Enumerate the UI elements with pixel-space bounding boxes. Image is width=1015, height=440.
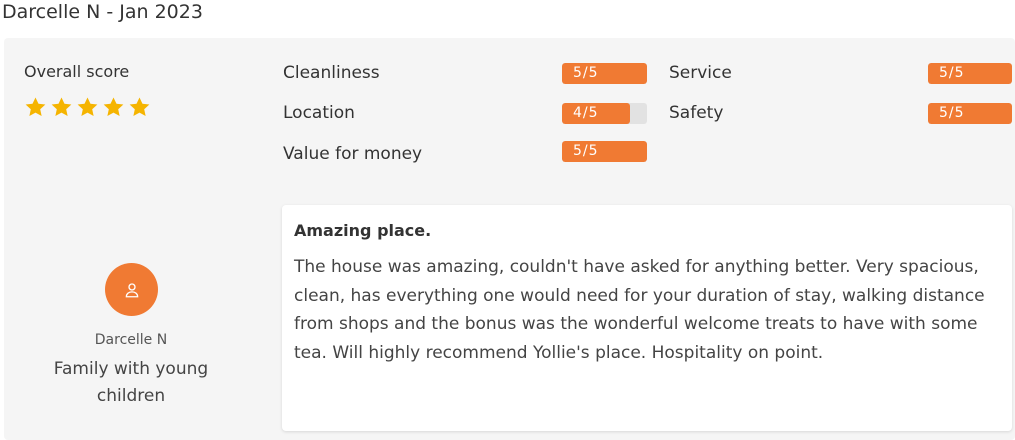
star-icon bbox=[103, 97, 124, 117]
rating-label-location: Location bbox=[283, 103, 355, 123]
rating-bar-service: 5/5 bbox=[928, 63, 1012, 84]
rating-bar-safety: 5/5 bbox=[928, 103, 1012, 124]
overall-star-rating bbox=[24, 96, 151, 119]
star-icon bbox=[77, 97, 98, 117]
rating-label-value-for-money: Value for money bbox=[283, 144, 423, 164]
review-content-box: Amazing place. The house was amazing, co… bbox=[282, 205, 1012, 431]
star-icon bbox=[129, 97, 150, 117]
review-header-title: Darcelle N - Jan 2023 bbox=[2, 1, 203, 23]
rating-score-service: 5/5 bbox=[939, 65, 965, 81]
rating-score-location: 4/5 bbox=[573, 105, 599, 121]
rating-label-cleanliness: Cleanliness bbox=[283, 63, 380, 83]
user-icon bbox=[125, 282, 138, 297]
reviewer-avatar bbox=[105, 263, 158, 316]
rating-score-value-for-money: 5/5 bbox=[573, 143, 599, 159]
rating-score-safety: 5/5 bbox=[939, 105, 965, 121]
star-icon bbox=[51, 97, 72, 117]
rating-score-cleanliness: 5/5 bbox=[573, 65, 599, 81]
rating-bar-location: 4/5 bbox=[562, 103, 647, 124]
review-body-text: The house was amazing, couldn't have ask… bbox=[294, 257, 985, 363]
rating-bar-value-for-money: 5/5 bbox=[562, 141, 647, 162]
review-title: Amazing place. bbox=[294, 221, 432, 240]
overall-score-label: Overall score bbox=[24, 62, 130, 81]
reviewer-traveler-type: Family with young children bbox=[53, 359, 209, 406]
reviewer-name: Darcelle N bbox=[94, 332, 168, 348]
rating-label-service: Service bbox=[669, 63, 732, 83]
rating-bar-cleanliness: 5/5 bbox=[562, 63, 647, 84]
rating-label-safety: Safety bbox=[669, 103, 724, 123]
star-icon bbox=[25, 97, 46, 117]
